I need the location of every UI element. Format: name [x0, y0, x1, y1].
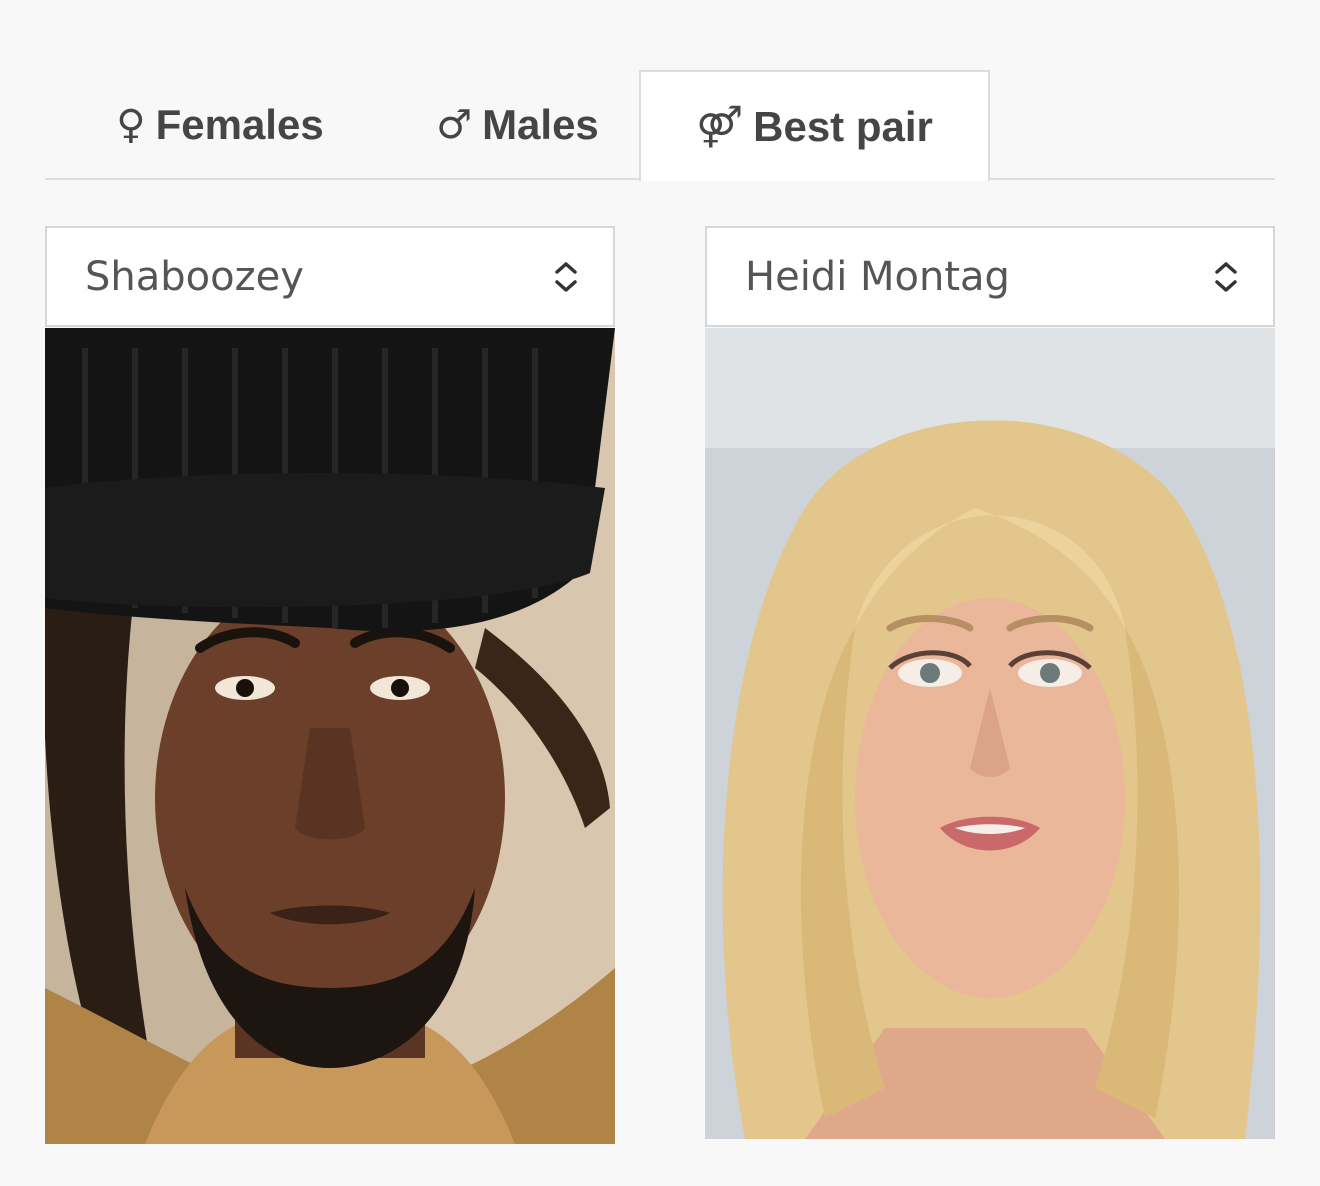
male-symbol-icon: ♂	[436, 102, 473, 148]
chevron-up-down-icon	[555, 262, 577, 292]
gender-tabs: ♀ Females ♂ Males ⚤ Best pair	[45, 70, 1275, 181]
left-person-photo	[45, 328, 615, 1144]
tab-best-pair[interactable]: ⚤ Best pair	[639, 70, 990, 181]
tab-males[interactable]: ♂ Males	[395, 70, 640, 180]
right-person-select[interactable]: Heidi Montag	[705, 226, 1275, 327]
left-person-selected-value: Shaboozey	[85, 253, 304, 300]
left-person-select[interactable]: Shaboozey	[45, 226, 615, 327]
tab-males-label: Males	[482, 101, 599, 148]
tab-females[interactable]: ♀ Females	[75, 70, 365, 180]
left-portrait-illustration	[45, 328, 615, 1144]
chevron-up-down-icon	[1215, 262, 1237, 292]
right-person-photo	[705, 328, 1275, 1139]
tab-best-pair-label: Best pair	[753, 102, 933, 150]
right-person-selected-value: Heidi Montag	[745, 253, 1010, 300]
tab-females-label: Females	[155, 101, 324, 148]
right-portrait-illustration	[705, 328, 1275, 1139]
pair-symbol-icon: ⚤	[696, 103, 744, 150]
female-symbol-icon: ♀	[116, 102, 146, 148]
